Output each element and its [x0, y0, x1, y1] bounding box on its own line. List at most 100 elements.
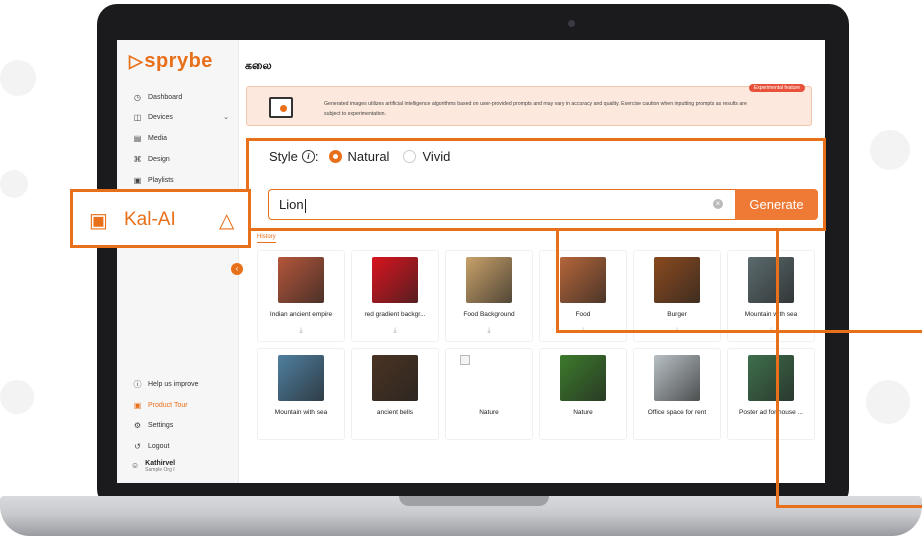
app-screen: ▷sprybe ◷ Dashboard ◫ Devices ⌄ ▤ Media …	[117, 40, 825, 483]
history-thumbnail[interactable]	[466, 257, 512, 303]
history-thumbnail[interactable]	[278, 355, 324, 401]
history-card[interactable]: Food Background ⤓	[445, 250, 533, 342]
history-thumbnail[interactable]	[560, 355, 606, 401]
prompt-input[interactable]: Lion ×	[268, 189, 735, 220]
history-item-label: Mountain with sea	[274, 409, 328, 416]
sidebar-item-design[interactable]: ⌘ Design	[133, 152, 229, 166]
history-card[interactable]: red gradient backgr... ⤓	[351, 250, 439, 342]
sidebar-item-playlists[interactable]: ▣ Playlists	[133, 173, 229, 187]
download-icon[interactable]: ⤓	[446, 327, 532, 335]
history-card[interactable]: Mountain with sea	[257, 348, 345, 440]
history-item-label: Nature	[479, 409, 499, 416]
tour-icon: ▣	[133, 400, 142, 410]
connector-line	[556, 231, 559, 333]
user-profile[interactable]: ☺ Kathirvel Sample Org I	[131, 460, 175, 473]
sidebar-item-label: Logout	[148, 442, 170, 450]
robot-icon: ▣	[89, 210, 108, 232]
history-card[interactable]: Office space for rent	[633, 348, 721, 440]
sidebar-item-label: Help us improve	[148, 380, 199, 388]
history-thumbnail[interactable]	[748, 257, 794, 303]
history-thumbnail[interactable]	[654, 257, 700, 303]
history-item-label: ancient bells	[376, 409, 414, 416]
sidebar-item-logout[interactable]: ↺ Logout	[133, 439, 229, 453]
clock-icon: ◷	[134, 92, 141, 102]
history-item-label: Office space for rent	[647, 409, 707, 416]
sidebar-item-label: Dashboard	[148, 93, 183, 101]
experimental-notice: Experimental feature Generated images ut…	[246, 84, 812, 126]
style-label: Style	[269, 149, 298, 164]
history-card[interactable]: Nature	[539, 348, 627, 440]
ai-monitor-icon	[269, 97, 293, 118]
connector-line	[776, 505, 922, 508]
history-card[interactable]: Poster ad for house ...	[727, 348, 815, 440]
download-icon[interactable]: ⤓	[352, 327, 438, 335]
info-icon[interactable]: i	[301, 150, 315, 163]
history-card[interactable]: Indian ancient empire ⤓	[257, 250, 345, 342]
option-natural-label[interactable]: Natural	[348, 149, 390, 164]
history-item-label: Mountain with sea	[744, 311, 798, 318]
sidebar-item-label: Settings	[148, 421, 174, 429]
design-icon: ⌘	[133, 154, 142, 164]
devices-icon: ◫	[133, 112, 142, 122]
kal-ai-callout[interactable]: ▣ Kal-AI △	[70, 189, 251, 248]
background-dot	[0, 380, 34, 414]
history-card[interactable]: Burger⤓	[633, 250, 721, 342]
sidebar-item-devices[interactable]: ◫ Devices ⌄	[133, 110, 229, 124]
brand-logo[interactable]: ▷sprybe	[129, 50, 213, 73]
style-selector: Style i: Natural Vivid	[269, 149, 451, 164]
image-icon: ▤	[133, 133, 142, 143]
history-item-label: Indian ancient empire	[269, 311, 333, 318]
history-thumbnail[interactable]	[372, 257, 418, 303]
history-card[interactable]: Nature	[445, 348, 533, 440]
sidebar-item-media[interactable]: ▤ Media	[133, 131, 229, 145]
connector-line	[556, 330, 922, 333]
history-thumbnail[interactable]	[560, 257, 606, 303]
background-dot	[0, 170, 28, 198]
download-icon[interactable]: ⤓	[258, 327, 344, 335]
history-card[interactable]: Mountain with sea⤓	[727, 250, 815, 342]
tab-history[interactable]: History	[257, 234, 276, 243]
sidebar-item-label: Design	[148, 155, 170, 163]
background-dot	[866, 380, 910, 424]
collapse-sidebar-button[interactable]: ‹	[231, 263, 243, 275]
sidebar-item-product-tour[interactable]: ▣ Product Tour	[133, 398, 229, 412]
experimental-badge: Experimental feature	[748, 84, 805, 92]
user-org: Sample Org I	[145, 467, 175, 473]
clear-icon[interactable]: ×	[713, 199, 723, 209]
option-vivid-label[interactable]: Vivid	[422, 149, 450, 164]
sidebar: ▷sprybe ◷ Dashboard ◫ Devices ⌄ ▤ Media …	[117, 40, 239, 483]
sidebar-item-label: Product Tour	[148, 401, 188, 409]
sidebar-item-dashboard[interactable]: ◷ Dashboard	[133, 90, 229, 104]
flask-icon: △	[219, 210, 235, 232]
sidebar-item-label: Playlists	[148, 176, 174, 184]
background-dot	[0, 60, 36, 96]
laptop-notch	[399, 496, 549, 506]
notice-text: Generated images utilizes artificial int…	[324, 101, 747, 117]
sidebar-item-settings[interactable]: ⚙ Settings	[133, 418, 229, 432]
user-icon: ☺	[131, 461, 140, 470]
text-caret	[304, 198, 306, 213]
history-item-label: Food	[575, 311, 591, 318]
background-dot	[870, 130, 910, 170]
connector-line	[776, 231, 779, 508]
radio-vivid[interactable]	[403, 150, 417, 163]
logo-mark-icon: ▷	[129, 51, 144, 71]
history-card[interactable]: Food⤓	[539, 250, 627, 342]
generate-button[interactable]: Generate	[735, 189, 818, 220]
history-thumbnail[interactable]	[278, 257, 324, 303]
broken-image-icon	[460, 355, 470, 365]
gear-icon: ⚙	[133, 420, 142, 430]
kal-ai-label: Kal-AI	[124, 209, 176, 230]
camera-icon	[568, 20, 575, 27]
history-thumbnail[interactable]	[654, 355, 700, 401]
page-title: கலை	[245, 60, 272, 72]
sidebar-item-help[interactable]: ⓘ Help us improve	[133, 377, 229, 391]
history-thumbnail[interactable]	[372, 355, 418, 401]
history-card[interactable]: ancient bells	[351, 348, 439, 440]
radio-natural[interactable]	[328, 150, 342, 163]
history-item-label: Nature	[573, 409, 593, 416]
sidebar-item-label: Devices	[148, 113, 173, 121]
prompt-value: Lion	[279, 197, 306, 213]
playlist-icon: ▣	[133, 175, 142, 185]
history-thumbnail[interactable]	[748, 355, 794, 401]
